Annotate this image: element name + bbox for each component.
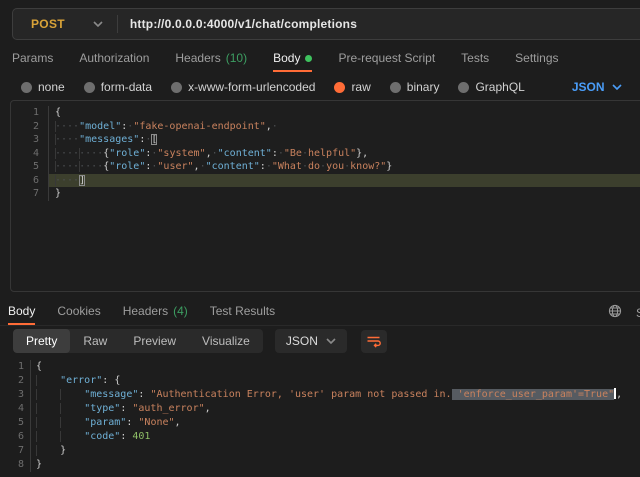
body-type-none[interactable]: none (21, 80, 65, 94)
code-line[interactable]: 4········{"role":·"system",·"content":·"… (11, 147, 640, 161)
tab-pre-request-script[interactable]: Pre-request Script (338, 46, 435, 72)
line-number: 6 (0, 430, 31, 444)
code-line[interactable]: 6 "code": 401 (0, 430, 640, 444)
tab-body[interactable]: Body (273, 46, 312, 72)
response-tab-body[interactable]: Body (8, 299, 35, 325)
request-url-bar: POST http://0.0.0.0:4000/v1/chat/complet… (12, 8, 640, 40)
code-line[interactable]: 5········{"role":·"user",·"content":·"Wh… (11, 160, 640, 174)
radio-icon (171, 82, 182, 93)
line-number: 4 (11, 147, 49, 161)
globe-icon[interactable] (608, 304, 622, 318)
tab-authorization[interactable]: Authorization (79, 46, 149, 72)
view-preview[interactable]: Preview (120, 329, 189, 353)
request-format-dropdown[interactable]: JSON (572, 80, 622, 94)
line-number: 3 (0, 388, 31, 402)
response-tab-cookies[interactable]: Cookies (57, 299, 100, 325)
active-dot-icon (305, 55, 312, 62)
response-headers-count: (4) (173, 304, 188, 318)
body-type-form-data[interactable]: form-data (84, 80, 152, 94)
code-text[interactable]: } (31, 458, 640, 472)
code-line[interactable]: 2 "error": { (0, 374, 640, 388)
code-text[interactable]: "param": "None", (31, 416, 640, 430)
code-text[interactable]: ········{"role":·"user",·"content":·"Wha… (49, 160, 640, 174)
view-pretty[interactable]: Pretty (13, 329, 70, 353)
code-line[interactable]: 1{ (11, 106, 640, 120)
wrap-text-button[interactable] (361, 330, 387, 353)
url-input[interactable]: http://0.0.0.0:4000/v1/chat/completions (118, 17, 357, 31)
radio-icon (84, 82, 95, 93)
code-line[interactable]: 7} (11, 187, 640, 201)
chevron-down-icon (93, 21, 103, 27)
response-format-dropdown[interactable]: JSON (275, 329, 347, 353)
method-label[interactable]: POST (13, 17, 79, 31)
code-text[interactable]: "code": 401 (31, 430, 640, 444)
status-label-clipped: S (636, 306, 640, 320)
code-line[interactable]: 2····"model":·"fake-openai-endpoint",· (11, 120, 640, 134)
code-line[interactable]: 8} (0, 458, 640, 472)
code-line[interactable]: 4 "type": "auth_error", (0, 402, 640, 416)
radio-icon (458, 82, 469, 93)
radio-selected-icon (334, 82, 345, 93)
line-number: 5 (11, 160, 49, 174)
view-visualize[interactable]: Visualize (189, 329, 263, 353)
chevron-down-icon (326, 338, 336, 344)
radio-icon (390, 82, 401, 93)
line-number: 1 (11, 106, 49, 120)
request-body-editor[interactable]: 1{2····"model":·"fake-openai-endpoint",·… (10, 100, 640, 292)
code-text[interactable]: ····"model":·"fake-openai-endpoint",· (49, 120, 640, 134)
response-tabs: Body Cookies Headers(4) Test Results (0, 298, 640, 326)
code-text[interactable]: "type": "auth_error", (31, 402, 640, 416)
code-text[interactable]: { (49, 106, 640, 120)
code-text[interactable]: } (49, 187, 640, 201)
tab-params[interactable]: Params (12, 46, 53, 72)
line-number: 2 (11, 120, 49, 134)
code-line[interactable]: 6····] (11, 174, 640, 188)
line-number: 7 (11, 187, 49, 201)
line-number: 2 (0, 374, 31, 388)
code-line[interactable]: 7 } (0, 444, 640, 458)
code-text[interactable]: ····"messages":·[ (49, 133, 640, 147)
body-type-x-www-form-urlencoded[interactable]: x-www-form-urlencoded (171, 80, 315, 94)
request-tabs: Params Authorization Headers(10) Body Pr… (0, 46, 640, 72)
line-number: 7 (0, 444, 31, 458)
radio-icon (21, 82, 32, 93)
response-tab-headers[interactable]: Headers(4) (123, 299, 188, 325)
view-raw[interactable]: Raw (70, 329, 120, 353)
code-text[interactable]: "message": "Authentication Error, 'user'… (31, 388, 640, 402)
code-text[interactable]: ····] (49, 174, 640, 188)
view-switcher: Pretty Raw Preview Visualize (13, 329, 263, 353)
line-number: 8 (0, 458, 31, 472)
tab-headers[interactable]: Headers(10) (175, 46, 247, 72)
body-type-row: none form-data x-www-form-urlencoded raw… (0, 76, 640, 98)
body-type-raw[interactable]: raw (334, 80, 370, 94)
headers-count: (10) (226, 51, 247, 65)
code-line[interactable]: 3····"messages":·[ (11, 133, 640, 147)
line-number: 1 (0, 360, 31, 374)
body-type-binary[interactable]: binary (390, 80, 440, 94)
line-number: 5 (0, 416, 31, 430)
code-line[interactable]: 1{ (0, 360, 640, 374)
line-number: 3 (11, 133, 49, 147)
body-type-graphql[interactable]: GraphQL (458, 80, 524, 94)
code-line[interactable]: 3 "message": "Authentication Error, 'use… (0, 388, 640, 402)
code-text[interactable]: ········{"role":·"system",·"content":·"B… (49, 147, 640, 161)
code-text[interactable]: } (31, 444, 640, 458)
line-number: 6 (11, 174, 49, 188)
tab-tests[interactable]: Tests (461, 46, 489, 72)
code-text[interactable]: { (31, 360, 640, 374)
response-body-editor[interactable]: 1{2 "error": {3 "message": "Authenticati… (0, 356, 640, 477)
code-text[interactable]: "error": { (31, 374, 640, 388)
method-dropdown[interactable] (79, 21, 117, 27)
chevron-down-icon (612, 84, 622, 90)
line-number: 4 (0, 402, 31, 416)
tab-settings[interactable]: Settings (515, 46, 558, 72)
code-line[interactable]: 5 "param": "None", (0, 416, 640, 430)
response-toolbar: Pretty Raw Preview Visualize JSON (13, 329, 387, 353)
word-wrap-icon (366, 335, 381, 348)
response-tab-test-results[interactable]: Test Results (210, 299, 275, 325)
